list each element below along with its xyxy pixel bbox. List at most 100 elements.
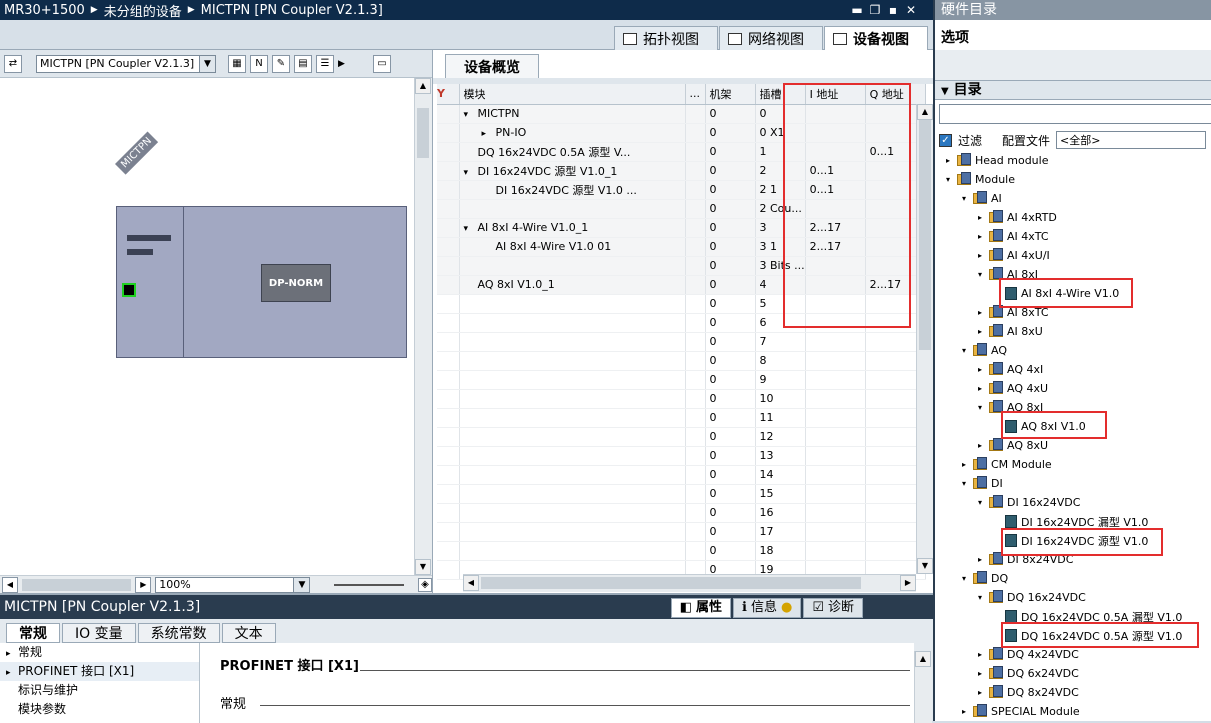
catalog-folder-item[interactable]: ▾ DI 16x24VDC (975, 493, 1080, 512)
expand-arrow-icon[interactable]: ▸ (975, 688, 985, 697)
scroll-thumb[interactable] (417, 108, 429, 158)
scroll-thumb[interactable] (21, 578, 132, 591)
overview-horizontal-scrollbar[interactable]: ◀ ▶ (463, 574, 916, 592)
expand-arrow-icon[interactable]: ▾ (975, 403, 985, 412)
table-row[interactable]: 0 10 (437, 389, 926, 409)
maximize-icon[interactable]: ▪ (886, 3, 900, 17)
scroll-up-icon[interactable]: ▲ (415, 78, 431, 94)
expand-arrow-icon[interactable]: ▸ (975, 213, 985, 222)
options-section[interactable]: 选项 (935, 27, 1211, 49)
chevron-down-icon[interactable]: ▼ (293, 577, 310, 592)
catalog-folder-item[interactable]: ▾ DQ 16x24VDC (975, 588, 1086, 607)
scroll-up-icon[interactable]: ▲ (917, 104, 933, 120)
more-icon[interactable]: ▶ (338, 59, 345, 69)
expand-arrow-icon[interactable]: ▾ (464, 168, 478, 178)
breadcrumb-device[interactable]: MICTPN [PN Coupler V2.1.3] (201, 3, 383, 18)
table-row[interactable]: 0 18 (437, 541, 926, 561)
scroll-thumb[interactable] (919, 120, 931, 350)
scroll-up-icon[interactable]: ▲ (915, 651, 931, 667)
device-canvas[interactable]: MICTPN DP-NORM (0, 78, 414, 575)
scroll-thumb[interactable] (481, 577, 861, 589)
expand-arrow-icon[interactable]: ▸ (959, 707, 969, 716)
table-row[interactable]: 0 17 (437, 522, 926, 542)
scroll-left-icon[interactable]: ◀ (463, 575, 479, 591)
table-icon[interactable]: ▤ (294, 54, 312, 73)
device-select[interactable]: MICTPN [PN Coupler V2.1.3] ▼ (36, 54, 216, 73)
minimize-icon[interactable]: ▬ (850, 3, 864, 17)
close-icon[interactable]: ✕ (904, 3, 918, 17)
catalog-folder-item[interactable]: ▾ Module (943, 170, 1015, 189)
tab-network-view[interactable]: 网络视图 (719, 26, 823, 50)
expand-arrow-icon[interactable]: ▸ (975, 308, 985, 317)
navigation-icon[interactable]: ◈ (418, 577, 432, 592)
table-row[interactable]: 07 (437, 332, 926, 352)
tab-system-constants[interactable]: 系统常数 (137, 623, 220, 643)
table-row[interactable]: 0 12 (437, 427, 926, 447)
catalog-folder-item[interactable]: ▸ AQ 4xU (975, 379, 1048, 398)
catalog-folder-item[interactable]: ▾ AQ (959, 341, 1007, 360)
nav-item[interactable]: 标识与维护 (0, 681, 199, 700)
expand-arrow-icon[interactable]: ▾ (464, 110, 478, 120)
table-row[interactable]: 09 (437, 370, 926, 390)
overview-vertical-scrollbar[interactable]: ▲ ▼ (916, 104, 934, 574)
dp-norm-module[interactable]: DP-NORM (261, 264, 331, 302)
tab-diagnostics[interactable]: ☑ 诊断 (803, 598, 863, 618)
expand-arrow-icon[interactable]: ▸ (975, 232, 985, 241)
overview-toggle-icon[interactable]: ▭ (372, 54, 391, 73)
tab-info[interactable]: ℹ 信息 ● (733, 598, 802, 618)
table-row[interactable]: 0 13 (437, 446, 926, 466)
column-dots[interactable]: ... (685, 84, 706, 105)
name-icon[interactable]: N (250, 54, 268, 73)
restore-icon[interactable]: ❐ (868, 3, 882, 17)
scroll-down-icon[interactable]: ▼ (917, 558, 933, 574)
canvas-vertical-scrollbar[interactable]: ▲ ▼ (414, 78, 432, 575)
catalog-folder-item[interactable]: ▾ AI (959, 189, 1002, 208)
tab-device-overview[interactable]: 设备概览 (445, 54, 539, 78)
nav-item[interactable]: 模块参数 (0, 700, 199, 719)
catalog-folder-item[interactable]: ▸ DQ 6x24VDC (975, 664, 1079, 683)
tab-texts[interactable]: 文本 (221, 623, 276, 643)
device-rack[interactable]: DP-NORM (116, 206, 407, 358)
expand-arrow-icon[interactable]: ▸ (482, 129, 496, 139)
chevron-down-icon[interactable]: ▼ (199, 55, 215, 72)
zoom-slider[interactable] (334, 583, 405, 586)
expand-arrow-icon[interactable]: ▸ (959, 460, 969, 469)
device-select-icon[interactable]: ⇄ (4, 54, 22, 73)
profile-select[interactable]: <全部> (1056, 131, 1207, 149)
expand-arrow-icon[interactable]: ▾ (464, 224, 478, 234)
expand-arrow-icon[interactable]: ▾ (975, 270, 985, 279)
catalog-section-header[interactable]: ▼ 目录 (935, 80, 1211, 100)
catalog-folder-item[interactable]: ▸ DQ 8x24VDC (975, 683, 1079, 702)
table-row[interactable]: 0 14 (437, 465, 926, 485)
catalog-folder-item[interactable]: ▾ DQ (959, 569, 1008, 588)
catalog-folder-item[interactable]: ▸ AI 4xTC (975, 227, 1049, 246)
properties-scrollbar[interactable]: ▲ (914, 651, 932, 723)
catalog-search-input[interactable] (939, 104, 1211, 124)
canvas-horizontal-scrollbar[interactable]: ◀ ▶ 100% ▼ ◈ (0, 575, 432, 593)
expand-arrow-icon[interactable]: ▾ (943, 175, 953, 184)
table-row[interactable]: 08 (437, 351, 926, 371)
expand-arrow-icon[interactable]: ▸ (975, 327, 985, 336)
expand-arrow-icon[interactable]: ▸ (943, 156, 953, 165)
expand-arrow-icon[interactable]: ▸ (975, 251, 985, 260)
expand-arrow-icon[interactable]: ▸ (975, 669, 985, 678)
expand-arrow-icon[interactable]: ▸ (975, 384, 985, 393)
catalog-folder-item[interactable]: ▸ Head module (943, 151, 1048, 170)
scroll-left-icon[interactable]: ◀ (2, 576, 18, 593)
expand-arrow-icon[interactable]: ▸ (975, 365, 985, 374)
expand-arrow-icon[interactable]: ▸ (975, 650, 985, 659)
column-module[interactable]: 模块 (459, 84, 686, 105)
list-icon[interactable]: ☰ (316, 54, 334, 73)
expand-arrow-icon[interactable]: ▸ (975, 555, 985, 564)
expand-arrow-icon[interactable]: ▾ (959, 194, 969, 203)
tab-device-view[interactable]: 设备视图 (824, 26, 928, 51)
scroll-down-icon[interactable]: ▼ (415, 559, 431, 575)
table-row[interactable]: 0 11 (437, 408, 926, 428)
tab-io-tags[interactable]: IO 变量 (62, 623, 136, 643)
expand-arrow-icon[interactable]: ▾ (959, 479, 969, 488)
nav-item[interactable]: ▸ 常规 (0, 643, 199, 662)
tab-properties[interactable]: ◧ 属性 (670, 598, 732, 618)
expand-arrow-icon[interactable]: ▾ (959, 574, 969, 583)
filter-checkbox[interactable]: ✓ (939, 133, 952, 147)
expand-arrow-icon[interactable]: ▾ (975, 498, 985, 507)
